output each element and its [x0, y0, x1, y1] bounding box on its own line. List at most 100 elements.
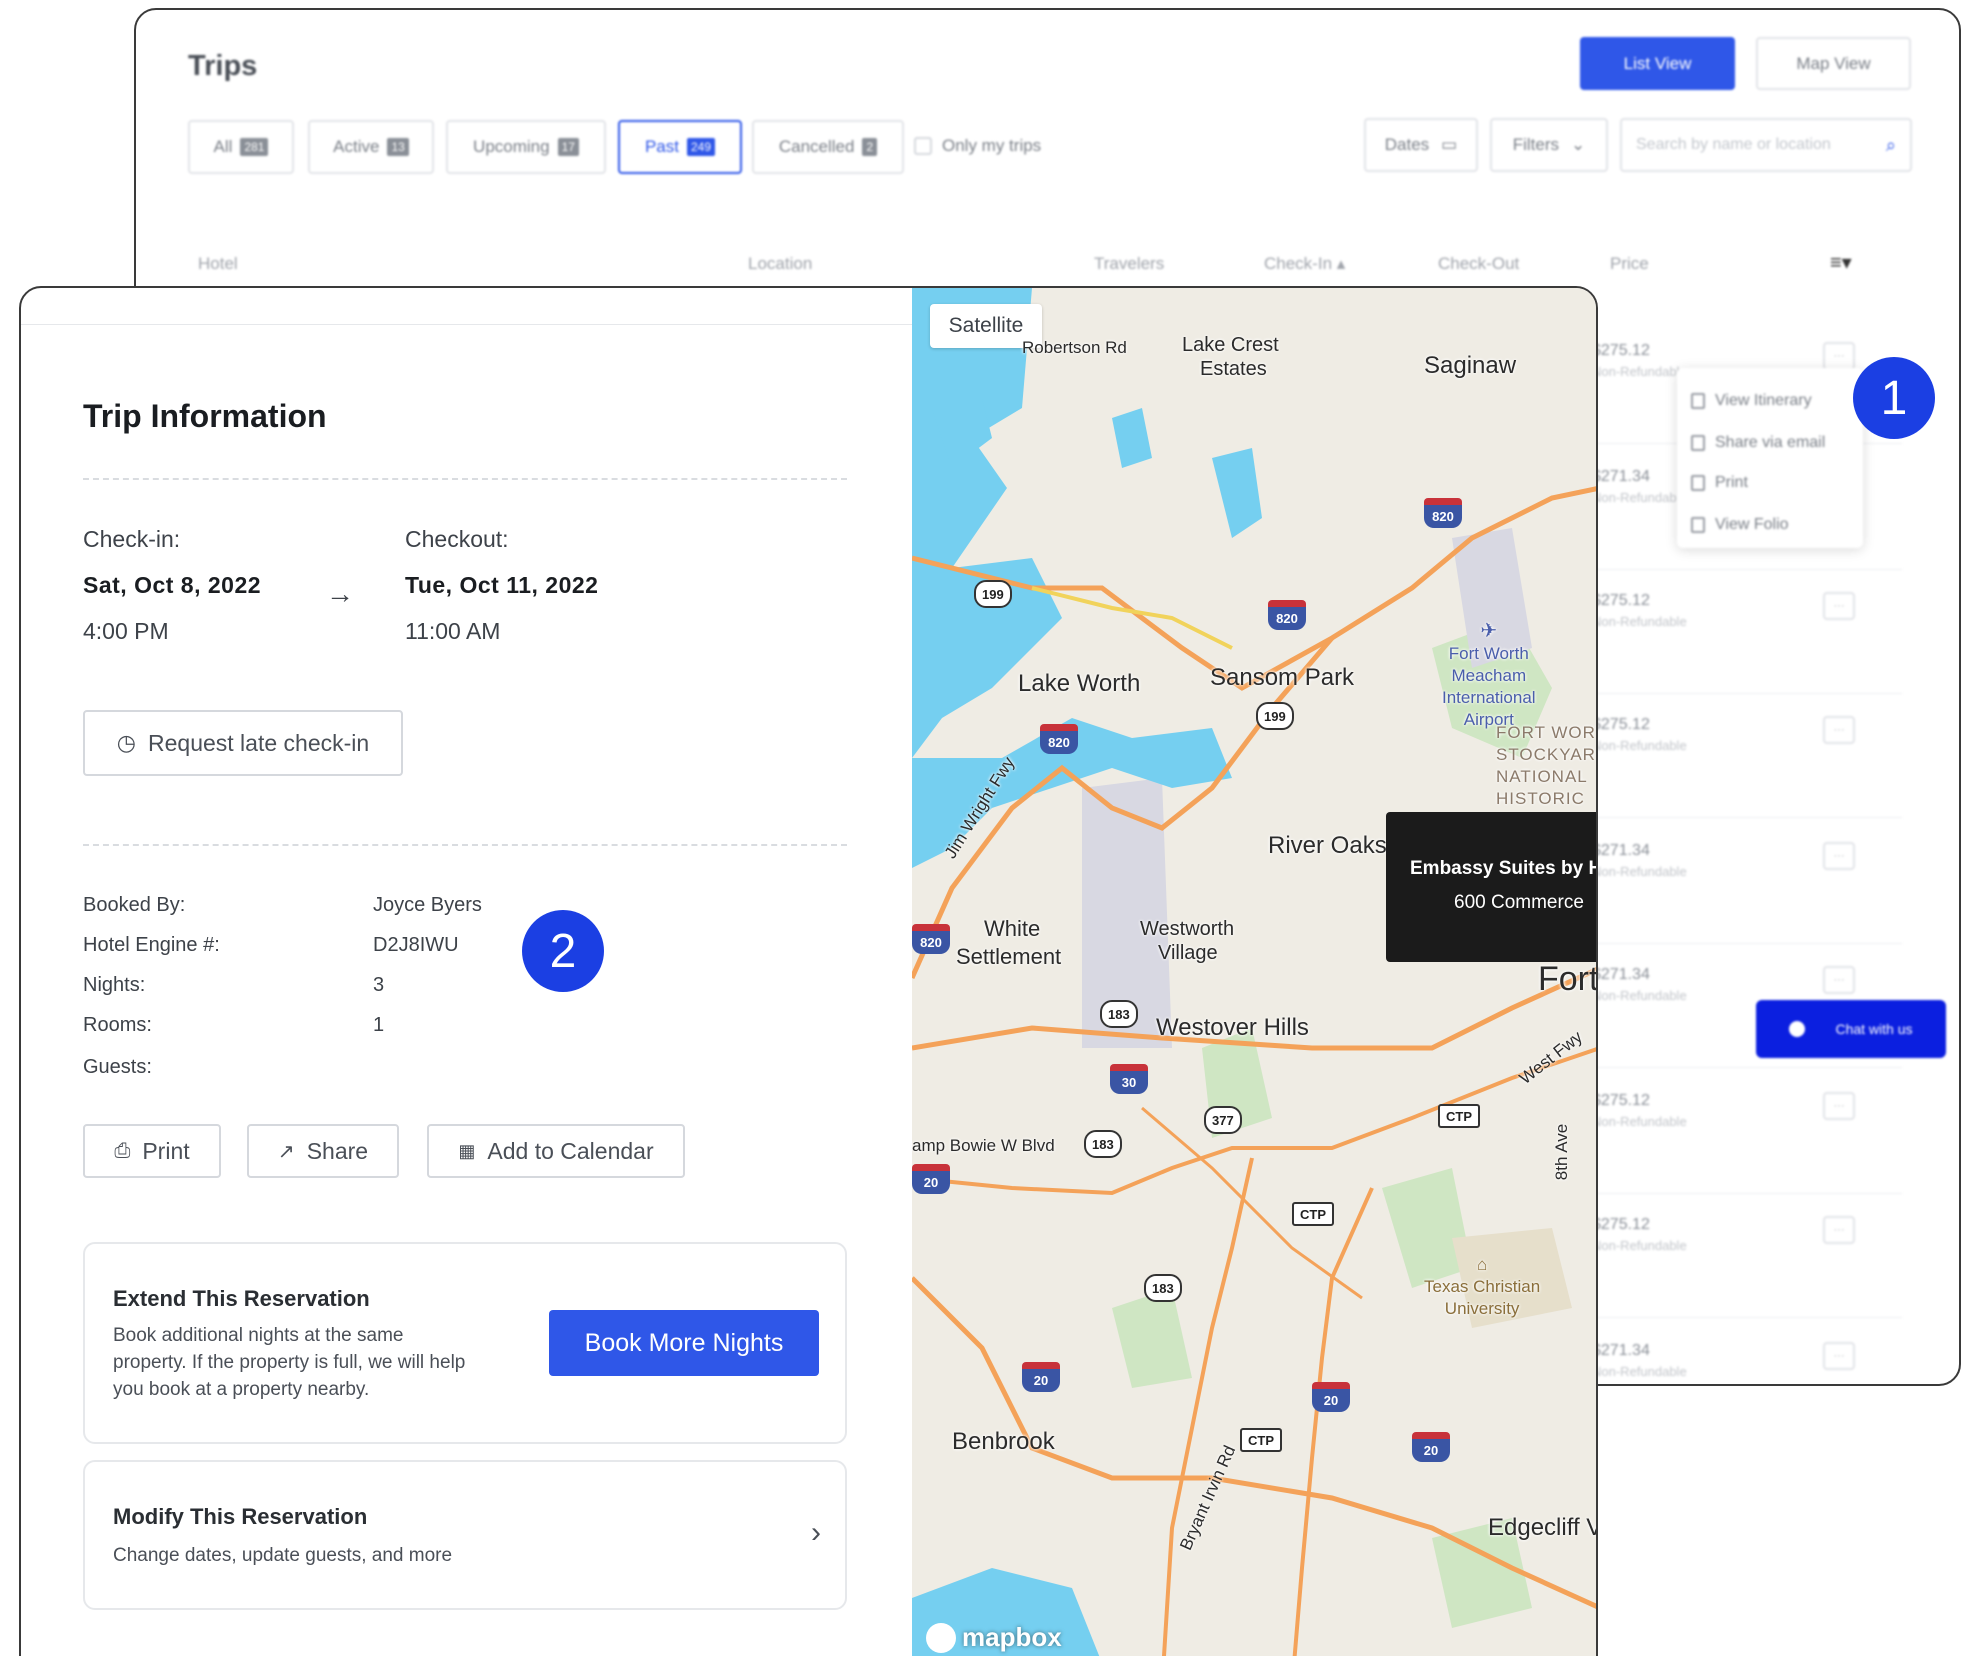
chevron-right-icon: › [811, 1516, 821, 1549]
button-label: Request late check-in [148, 729, 370, 756]
card-text-line: you book at a property nearby. [113, 1379, 370, 1400]
search-input[interactable]: Search by name or location ⌕ [1620, 118, 1912, 172]
more-actions-button[interactable]: ··· [1823, 1216, 1855, 1244]
booked-by-label: Booked By: [83, 894, 186, 916]
interstate-shield: 20 [1412, 1432, 1450, 1462]
add-to-calendar-button[interactable]: ▦ Add to Calendar [427, 1124, 685, 1178]
dates-button[interactable]: Dates ▭ [1364, 118, 1478, 172]
printer-icon: ⎙ [114, 1139, 131, 1162]
rooms-label: Rooms: [83, 1014, 152, 1036]
table-row[interactable]: $275.12 Non-Refundable ··· [1592, 694, 1902, 818]
column-header-check-in[interactable]: Check-In ▴ [1264, 254, 1345, 274]
request-late-checkin-button[interactable]: ◷ Request late check-in [83, 710, 403, 776]
table-row[interactable]: $275.12 Non-Refundable ··· [1592, 1070, 1902, 1194]
more-actions-button[interactable]: ··· [1823, 1342, 1855, 1370]
more-actions-button[interactable]: ··· [1823, 342, 1855, 370]
menu-item-share-email[interactable]: Share via email [1691, 434, 1825, 452]
tab-all[interactable]: All 281 [188, 120, 294, 174]
map-label: amp Bowie W Blvd [912, 1136, 1055, 1155]
menu-item-label: View Itinerary [1715, 392, 1812, 409]
card-text-line: Book additional nights at the same [113, 1325, 404, 1346]
interstate-shield: 20 [1312, 1382, 1350, 1412]
table-row[interactable]: $275.12 Non-Refundable ··· [1592, 1194, 1902, 1318]
state-route-shield: 199 [974, 580, 1012, 608]
checkin-label: Check-in: [83, 526, 181, 552]
more-actions-button[interactable]: ··· [1823, 716, 1855, 744]
search-icon: ⌕ [1885, 134, 1896, 155]
poi-line: HISTORIC [1496, 789, 1585, 808]
more-actions-button[interactable]: ··· [1823, 966, 1855, 994]
hotel-tooltip[interactable]: Embassy Suites by H 600 Commerce [1386, 812, 1598, 962]
more-actions-button[interactable]: ··· [1823, 1092, 1855, 1120]
more-actions-button[interactable]: ··· [1823, 592, 1855, 620]
poi-line: Texas Christian [1424, 1277, 1541, 1296]
tab-label: Past [644, 137, 679, 156]
state-route-shield: 183 [1100, 1000, 1138, 1028]
page-title: Trips [188, 50, 258, 82]
guests-label: Guests: [83, 1056, 152, 1078]
count-badge: 13 [387, 138, 409, 156]
price: $275.12 [1592, 1092, 1650, 1109]
modify-reservation-card[interactable]: Modify This Reservation Change dates, up… [83, 1460, 847, 1610]
chat-icon [1789, 1021, 1806, 1037]
map-label: Settlement [956, 944, 1062, 969]
price: $275.12 [1592, 342, 1650, 359]
column-header-price[interactable]: Price [1610, 254, 1649, 274]
card-title: Modify This Reservation [113, 1504, 368, 1529]
book-more-nights-button[interactable]: Book More Nights [549, 1310, 819, 1376]
only-my-trips-toggle[interactable]: Only my trips [914, 136, 1041, 156]
table-row[interactable]: $275.12 Non-Refundable ··· [1592, 570, 1902, 694]
calendar-icon: ▦ [458, 1140, 476, 1161]
list-view-button[interactable]: List View [1580, 37, 1735, 90]
checkin-date: Sat, Oct 8, 2022 [83, 572, 262, 598]
map-label: Sansom Park [1210, 664, 1355, 691]
state-route-shield: 183 [1084, 1130, 1122, 1158]
road-shield: CTP [1438, 1104, 1480, 1128]
map[interactable]: Satellite Robertson Rd Lake Crest Estate… [912, 288, 1598, 1656]
table-row[interactable]: $271.34 Non-Refundable ··· [1592, 1320, 1902, 1384]
menu-item-label: Share via email [1715, 434, 1826, 451]
column-header-travelers[interactable]: Travelers [1094, 254, 1164, 274]
hotel-name: Embassy Suites by H [1410, 858, 1598, 879]
tab-upcoming[interactable]: Upcoming 17 [446, 120, 606, 174]
menu-item-print[interactable]: Print [1691, 474, 1748, 492]
map-label: Village [1158, 942, 1218, 964]
tab-cancelled[interactable]: Cancelled 2 [752, 120, 904, 174]
column-header-hotel[interactable]: Hotel [198, 254, 238, 274]
menu-item-view-itinerary[interactable]: View Itinerary [1691, 392, 1812, 410]
column-header-location[interactable]: Location [748, 254, 812, 274]
more-actions-button[interactable]: ··· [1823, 842, 1855, 870]
map-view-button[interactable]: Map View [1756, 37, 1911, 90]
checkin-time: 4:00 PM [83, 618, 169, 644]
tab-past[interactable]: Past 249 [618, 120, 742, 174]
column-settings-icon[interactable]: ≡▾ [1830, 250, 1852, 275]
chat-button[interactable]: Chat with us [1756, 1000, 1946, 1058]
table-row[interactable]: $271.34 Non-Refundable ··· [1592, 820, 1902, 944]
mapbox-logo[interactable]: mapbox [926, 1622, 1062, 1653]
map-label: Lake Crest [1182, 334, 1279, 356]
map-label: Benbrook [952, 1428, 1055, 1455]
interstate-shield: 820 [912, 924, 950, 954]
tab-active[interactable]: Active 13 [308, 120, 434, 174]
filters-button[interactable]: Filters ⌄ [1490, 118, 1608, 172]
printer-icon [1691, 475, 1705, 491]
card-text-line: Change dates, update guests, and more [113, 1545, 453, 1566]
button-label: Add to Calendar [487, 1137, 654, 1164]
tab-label: Upcoming [473, 137, 550, 156]
print-button[interactable]: ⎙ Print [83, 1124, 221, 1178]
column-header-check-out[interactable]: Check-Out [1438, 254, 1519, 274]
rooms-value: 1 [373, 1014, 385, 1036]
state-route-shield: 377 [1204, 1106, 1242, 1134]
dates-label: Dates [1384, 135, 1430, 154]
state-route-shield: 199 [1256, 702, 1294, 730]
checkout-time: 11:00 AM [405, 618, 501, 644]
map-label: Edgecliff V [1488, 1514, 1598, 1541]
map-label: White [984, 916, 1041, 941]
button-label: Share [306, 1137, 369, 1164]
airplane-icon: ✈ [1480, 620, 1498, 642]
annotation-marker-2: 2 [522, 910, 604, 992]
share-button[interactable]: ↗ Share [247, 1124, 399, 1178]
checkbox[interactable] [914, 137, 932, 155]
menu-item-view-folio[interactable]: View Folio [1691, 516, 1789, 534]
highway-183 [1161, 1157, 1254, 1656]
